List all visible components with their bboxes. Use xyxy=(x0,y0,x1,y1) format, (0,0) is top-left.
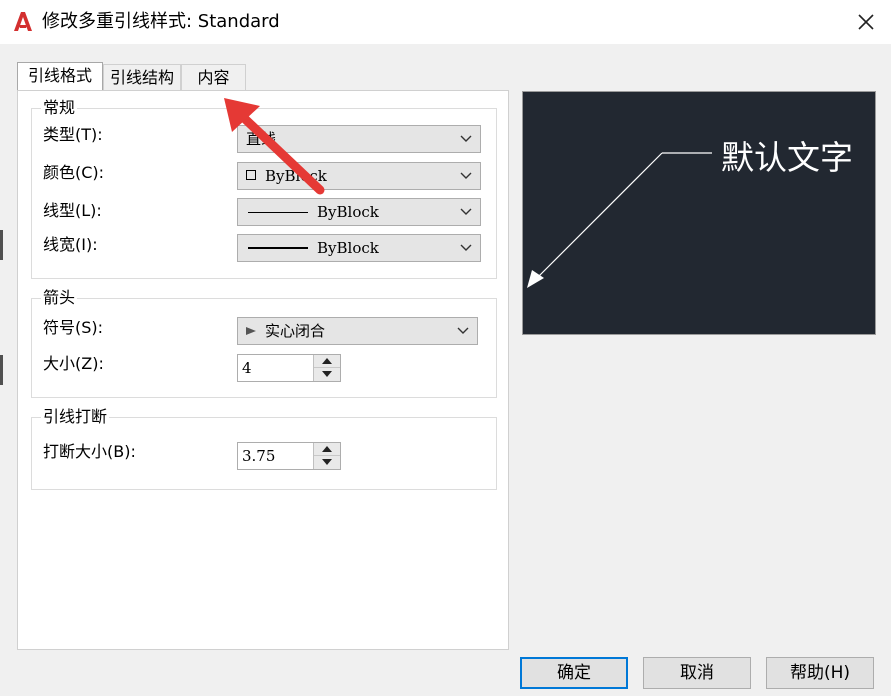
chevron-down-icon xyxy=(460,172,472,179)
arrow-size-value[interactable]: 4 xyxy=(242,355,252,381)
preview-pane: 默认文字 xyxy=(522,91,876,335)
break-size-label: 打断大小(B): xyxy=(43,442,136,461)
size-label: 大小(Z): xyxy=(43,354,104,373)
spin-up-button[interactable] xyxy=(314,355,340,368)
break-size-spinner[interactable]: 3.75 xyxy=(237,442,341,470)
leader-line-preview xyxy=(527,152,712,288)
tab-leader-format[interactable]: 引线格式 xyxy=(17,62,103,90)
arrow-symbol-select[interactable]: 实心闭合 xyxy=(237,317,478,345)
title-bar: 修改多重引线样式: Standard xyxy=(0,0,891,44)
spinner-buttons xyxy=(313,355,340,381)
red-annotation-arrow-icon xyxy=(224,98,325,195)
arrowhead-icon xyxy=(527,270,544,288)
edge-mark xyxy=(0,230,3,260)
help-button[interactable]: 帮助(H) xyxy=(766,657,874,689)
arrowhead-group: 箭头 符号(S): 实心闭合 大小(Z): 4 xyxy=(31,288,497,398)
landing-break-group: 引线打断 打断大小(B): 3.75 xyxy=(31,407,497,490)
window-title: 修改多重引线样式: Standard xyxy=(42,11,280,32)
chevron-down-icon xyxy=(457,327,469,334)
cancel-button[interactable]: 取消 xyxy=(643,657,751,689)
group-title-break: 引线打断 xyxy=(41,407,110,427)
triangle-up-icon xyxy=(322,358,332,364)
linetype-value: ByBlock xyxy=(317,203,379,221)
group-title-general: 常规 xyxy=(41,98,78,118)
spin-down-button[interactable] xyxy=(314,456,340,469)
linetype-select[interactable]: ByBlock xyxy=(237,198,481,226)
color-label: 颜色(C): xyxy=(43,163,105,182)
linetype-sample-icon xyxy=(248,212,308,213)
spin-up-button[interactable] xyxy=(314,443,340,456)
lineweight-value: ByBlock xyxy=(317,239,379,257)
close-icon[interactable] xyxy=(852,8,880,36)
break-size-value[interactable]: 3.75 xyxy=(242,443,275,469)
tab-content[interactable]: 内容 xyxy=(181,64,246,90)
edge-mark xyxy=(0,355,3,385)
lineweight-sample-icon xyxy=(248,247,308,249)
lineweight-select[interactable]: ByBlock xyxy=(237,234,481,262)
chevron-down-icon xyxy=(460,208,472,215)
lineweight-label: 线宽(I): xyxy=(43,235,98,254)
linetype-label: 线型(L): xyxy=(43,201,102,220)
closed-filled-arrow-icon xyxy=(246,327,256,335)
chevron-down-icon xyxy=(460,244,472,251)
autocad-a-icon xyxy=(14,12,32,31)
spinner-buttons xyxy=(313,443,340,469)
chevron-down-icon xyxy=(460,135,472,142)
arrow-size-spinner[interactable]: 4 xyxy=(237,354,341,382)
preview-text: 默认文字 xyxy=(721,138,853,177)
ok-button[interactable]: 确定 xyxy=(520,657,628,689)
triangle-down-icon xyxy=(322,459,332,465)
triangle-up-icon xyxy=(322,446,332,452)
type-label: 类型(T): xyxy=(43,125,103,144)
triangle-down-icon xyxy=(322,371,332,377)
group-title-arrowhead: 箭头 xyxy=(41,288,78,308)
symbol-label: 符号(S): xyxy=(43,318,104,337)
arrow-symbol-value: 实心闭合 xyxy=(265,322,326,340)
tab-leader-structure[interactable]: 引线结构 xyxy=(103,64,181,90)
spin-down-button[interactable] xyxy=(314,368,340,381)
